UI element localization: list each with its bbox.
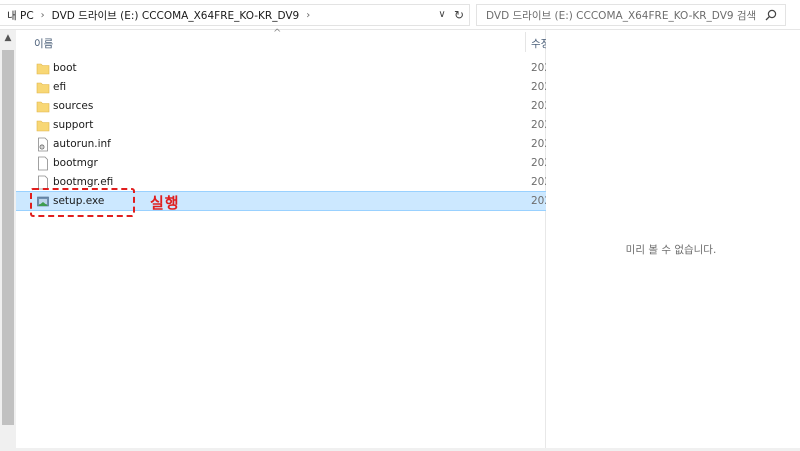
folder-icon xyxy=(36,82,50,94)
file-date: 2020 xyxy=(531,195,546,207)
file-date: 2020 xyxy=(531,119,546,131)
file-icon xyxy=(38,156,48,171)
file-row-autorun-inf[interactable]: autorun.inf 2020 xyxy=(16,135,546,154)
search-placeholder: DVD 드라이브 (E:) CCCOMA_X64FRE_KO-KR_DV9 검색 xyxy=(486,9,757,22)
column-header-date[interactable]: 수정한 날짜 xyxy=(531,36,546,51)
file-name: efi xyxy=(53,81,67,93)
folder-icon xyxy=(36,101,50,113)
file-date: 2020 xyxy=(531,157,546,169)
breadcrumb-dvd-drive[interactable]: DVD 드라이브 (E:) CCCOMA_X64FRE_KO-KR_DV9 xyxy=(52,8,300,23)
file-list: 이름 ^ 수정한 날짜 boot 2020 efi 2020 sources 2… xyxy=(16,28,546,451)
file-row-sources[interactable]: sources 2020 xyxy=(16,97,546,116)
file-row-efi[interactable]: efi 2020 xyxy=(16,78,546,97)
refresh-icon[interactable]: ↻ xyxy=(452,8,466,22)
address-bar: 내 PC › DVD 드라이브 (E:) CCCOMA_X64FRE_KO-KR… xyxy=(0,0,800,30)
annotation-highlight-box xyxy=(30,188,135,217)
sort-ascending-icon: ^ xyxy=(273,28,282,39)
scrollbar-thumb[interactable] xyxy=(2,50,14,425)
file-row-boot[interactable]: boot 2020 xyxy=(16,59,546,78)
search-icon[interactable] xyxy=(765,9,777,21)
file-date: 2020 xyxy=(531,100,546,112)
file-row-support[interactable]: support 2020 xyxy=(16,116,546,135)
column-divider[interactable] xyxy=(525,32,526,52)
column-header-row: 이름 ^ 수정한 날짜 xyxy=(16,28,546,54)
file-date: 2020 xyxy=(531,62,546,74)
navigation-pane-scrollbar[interactable]: ▲ xyxy=(0,30,16,451)
file-date: 2020 xyxy=(531,81,546,93)
scroll-up-icon[interactable]: ▲ xyxy=(0,30,16,46)
address-field[interactable]: 내 PC › DVD 드라이브 (E:) CCCOMA_X64FRE_KO-KR… xyxy=(0,4,470,26)
preview-pane: 미리 볼 수 없습니다. xyxy=(547,30,800,451)
search-input[interactable]: DVD 드라이브 (E:) CCCOMA_X64FRE_KO-KR_DV9 검색 xyxy=(476,4,786,26)
folder-icon xyxy=(36,63,50,75)
settings-file-icon xyxy=(38,137,48,152)
breadcrumb-this-pc[interactable]: 내 PC xyxy=(7,8,34,23)
folder-icon xyxy=(36,120,50,132)
file-name: support xyxy=(53,119,94,131)
annotation-label: 실행 xyxy=(150,194,180,212)
file-date: 2020 xyxy=(531,138,546,150)
column-header-name[interactable]: 이름 xyxy=(34,36,53,51)
preview-empty-message: 미리 볼 수 없습니다. xyxy=(625,244,717,256)
chevron-right-icon[interactable]: › xyxy=(306,10,310,21)
file-name: boot xyxy=(53,62,77,74)
file-date: 2020 xyxy=(531,176,546,188)
chevron-right-icon[interactable]: › xyxy=(41,10,45,21)
file-name: sources xyxy=(53,100,94,112)
address-history-dropdown-icon[interactable]: ∨ xyxy=(436,9,448,21)
file-row-bootmgr[interactable]: bootmgr 2020 xyxy=(16,154,546,173)
file-name: autorun.inf xyxy=(53,138,111,150)
file-name: bootmgr xyxy=(53,157,98,169)
file-name: bootmgr.efi xyxy=(53,176,114,188)
